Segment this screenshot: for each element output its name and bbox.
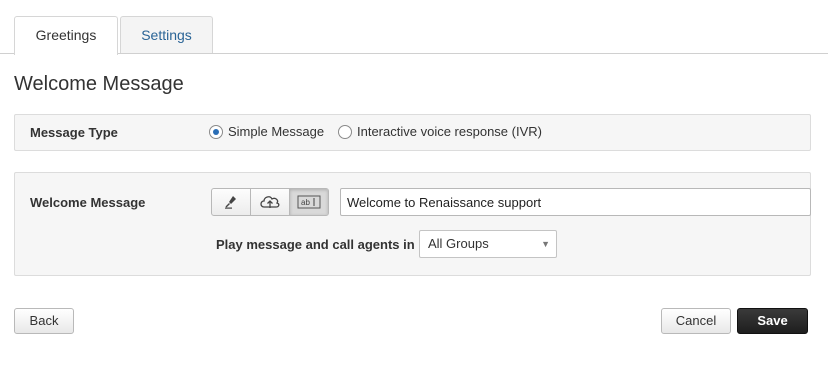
cloud-upload-icon — [260, 196, 280, 208]
tab-greetings[interactable]: Greetings — [14, 16, 118, 55]
text-to-speech-button[interactable]: ab — [290, 189, 328, 215]
chevron-down-icon: ▼ — [541, 239, 550, 249]
upload-button[interactable] — [251, 189, 290, 215]
radio-button-selected[interactable] — [209, 124, 223, 139]
welcome-message-input[interactable] — [340, 188, 811, 216]
page-title: Welcome Message — [14, 73, 184, 95]
tab-settings[interactable]: Settings — [120, 16, 213, 53]
cancel-button[interactable]: Cancel — [661, 308, 731, 334]
text-field-icon: ab — [297, 195, 321, 209]
play-message-label: Play message and call agents in — [216, 237, 415, 252]
group-select-value: All Groups — [428, 236, 489, 251]
save-button[interactable]: Save — [737, 308, 808, 334]
message-type-panel: Message Type Simple Message Interactive … — [14, 114, 811, 151]
record-button[interactable] — [212, 189, 251, 215]
message-source-toggle: ab — [211, 188, 329, 216]
radio-simple-message[interactable]: Simple Message — [209, 124, 324, 139]
back-button[interactable]: Back — [14, 308, 74, 334]
radio-ivr-label: Interactive voice response (IVR) — [357, 124, 542, 139]
message-type-label: Message Type — [30, 125, 118, 140]
tab-bar: Greetings Settings — [0, 0, 828, 55]
group-select[interactable]: All Groups ▼ — [419, 230, 557, 258]
svg-text:ab: ab — [301, 198, 310, 207]
radio-simple-message-label: Simple Message — [228, 124, 325, 139]
welcome-message-panel: Welcome Message ab Play message and call… — [14, 172, 811, 276]
radio-ivr[interactable]: Interactive voice response (IVR) — [338, 124, 542, 139]
microphone-icon — [225, 196, 236, 209]
welcome-message-label: Welcome Message — [30, 195, 146, 210]
radio-button[interactable] — [338, 124, 352, 139]
